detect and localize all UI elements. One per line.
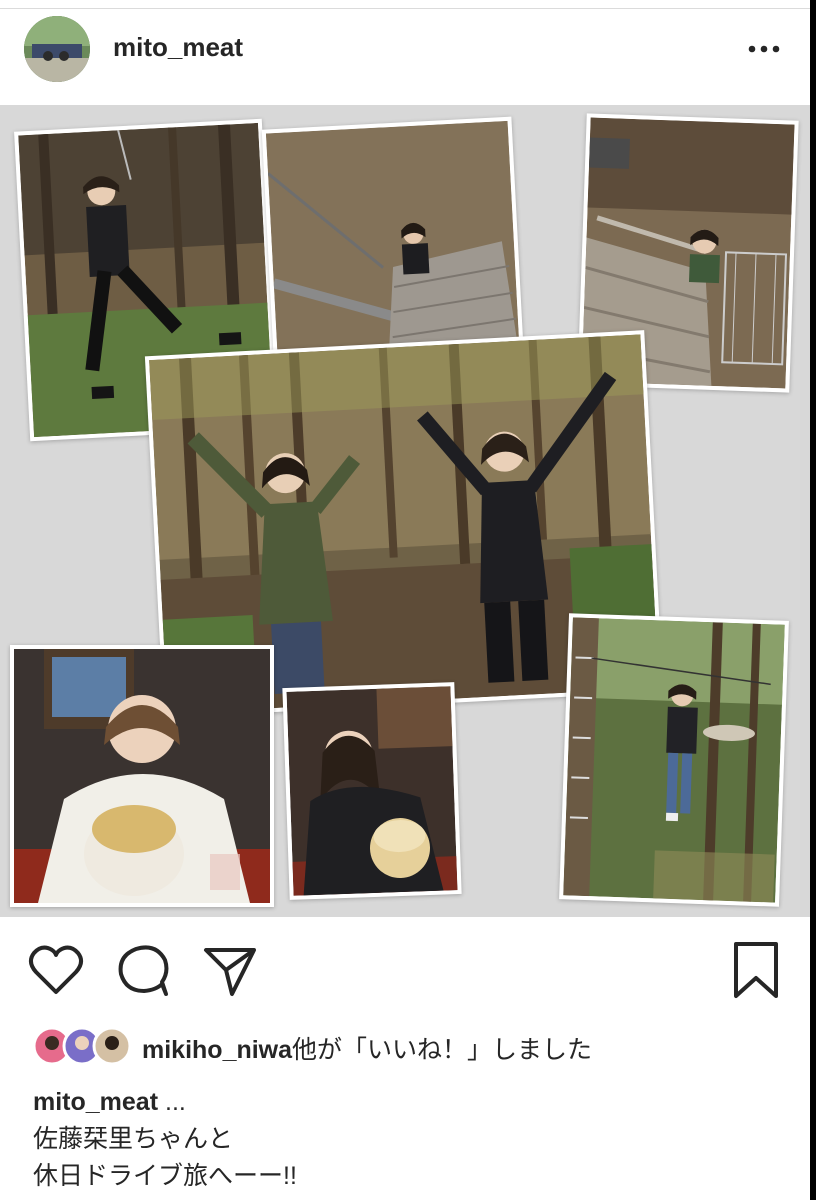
caption-line-1: 佐藤栞里ちゃんと	[33, 1125, 234, 1153]
action-bar	[0, 940, 810, 1010]
send-icon[interactable]	[202, 940, 258, 1000]
caption-first-line: mito_meat ...	[33, 1084, 297, 1121]
liker-avatars	[32, 1026, 132, 1066]
instagram-post: mito_meat mikiho_niwa他が「いいね！」しました mito_m…	[0, 0, 810, 1200]
caption-line-2: 休日ドライブ旅へーー!!	[33, 1162, 297, 1190]
bookmark-icon[interactable]	[728, 940, 784, 1000]
post-username[interactable]: mito_meat	[113, 32, 243, 63]
liked-by-text: mikiho_niwa他が「いいね！」しました	[142, 1030, 592, 1066]
liker-username[interactable]: mikiho_niwa	[142, 1036, 292, 1064]
post-header: mito_meat	[0, 10, 810, 100]
comment-icon[interactable]	[116, 940, 172, 1000]
more-horizontal-icon[interactable]	[744, 36, 784, 62]
photo-shaved-ice-middle	[282, 682, 462, 900]
post-image[interactable]	[0, 105, 810, 917]
liked-by-suffix: 他が「いいね！」しました	[292, 1036, 593, 1064]
heart-icon[interactable]	[28, 940, 84, 1000]
top-divider	[0, 8, 810, 9]
liked-by-row[interactable]: mikiho_niwa他が「いいね！」しました	[32, 1024, 792, 1068]
caption-username[interactable]: mito_meat	[33, 1088, 158, 1116]
caption: mito_meat ... 佐藤栞里ちゃんと 休日ドライブ旅へーー!!	[33, 1084, 297, 1195]
photo-shaved-ice-left	[10, 645, 274, 907]
caption-more[interactable]: ...	[158, 1088, 186, 1116]
photo-zipline-right	[559, 613, 789, 907]
avatar[interactable]	[24, 16, 90, 82]
